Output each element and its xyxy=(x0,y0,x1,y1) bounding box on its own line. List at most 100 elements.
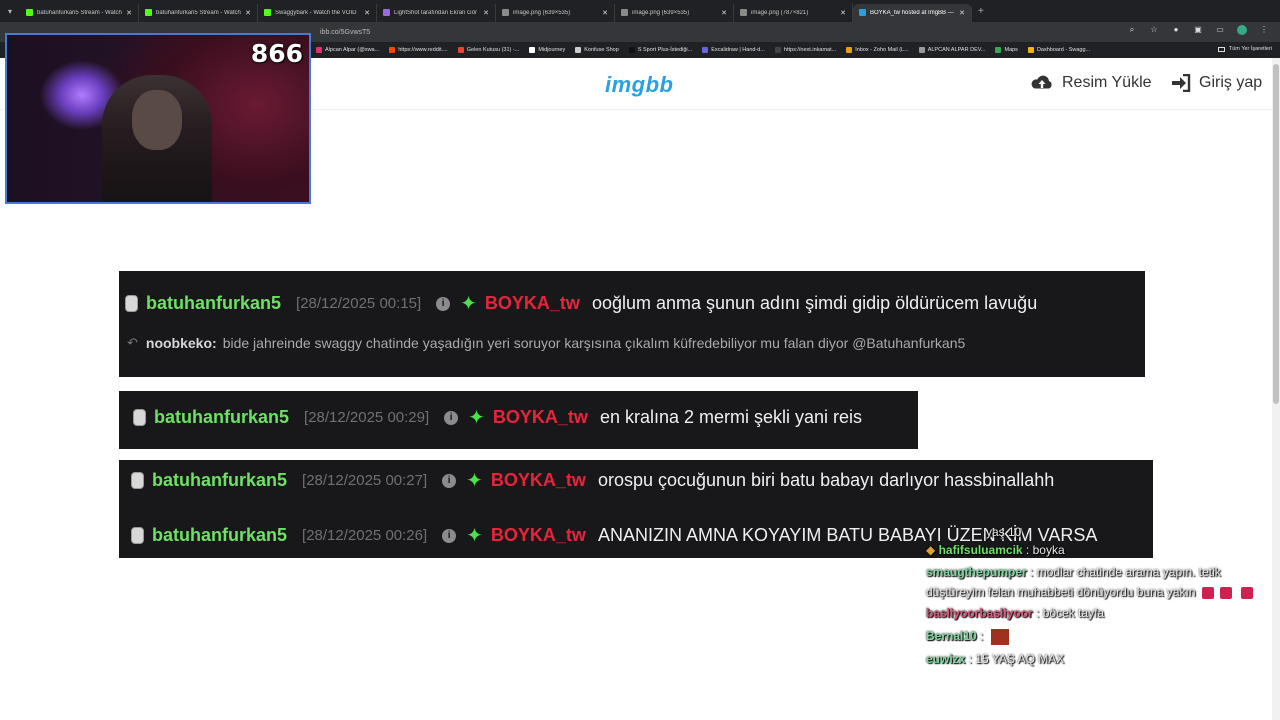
login-label: Giriş yap xyxy=(1199,74,1263,91)
viewer-count: 866 xyxy=(250,39,303,68)
bookmark-item[interactable]: Midjourney xyxy=(529,47,565,53)
chat-username: batuhanfurkan5 xyxy=(152,525,288,545)
bookmark-label: Inbox - Zoho Mail (L... xyxy=(855,47,909,53)
close-tab-icon[interactable]: ✕ xyxy=(721,9,727,17)
info-icon: i xyxy=(436,296,451,311)
close-tab-icon[interactable]: ✕ xyxy=(483,9,489,17)
chat-line: yaş 10 xyxy=(986,522,1272,542)
close-tab-icon[interactable]: ✕ xyxy=(840,9,846,17)
chat-line: basliyoorbasliyoor : böcek tayfa xyxy=(926,606,1105,620)
tab-search-icon[interactable]: ▾ xyxy=(0,0,20,22)
sparkle-icon: ✦ xyxy=(468,406,485,429)
bookmark-label: Excalidraw | Hand-d... xyxy=(711,47,765,53)
browser-tab[interactable]: image.png (639×535) ✕ xyxy=(615,3,734,22)
scrollbar-thumb[interactable] xyxy=(1273,64,1279,404)
emote-icon xyxy=(1240,585,1255,600)
chat-timestamp: [28/12/2025 00:26] xyxy=(302,527,428,544)
chat-message-text: en kralına 2 mermi şekli yani reis xyxy=(599,407,863,427)
chat-target-user: BOYKA_tw xyxy=(484,293,580,313)
browser-tab[interactable]: Swaggybark - Watch the VOID ✕ xyxy=(258,3,377,22)
profile-avatar[interactable] xyxy=(1236,25,1248,37)
tab-title: BOYKA_tw hosted at ImgBB — xyxy=(870,9,954,16)
imgbb-logo[interactable]: imgbb xyxy=(605,72,674,98)
reply-text: bide jahreinde swaggy chatinde yaşadığın… xyxy=(222,335,966,351)
bookmark-icon xyxy=(995,47,1002,53)
close-tab-icon[interactable]: ✕ xyxy=(126,9,132,17)
browser-tab[interactable]: image.png (787×821) ✕ xyxy=(734,3,853,22)
folder-icon xyxy=(1217,46,1225,52)
login-button[interactable]: Giriş yap xyxy=(1171,74,1262,92)
cloud-upload-icon xyxy=(1031,75,1052,89)
sparkle-icon: ✦ xyxy=(466,469,483,492)
bookmark-item[interactable]: S Sport Plus-İstediği... xyxy=(628,47,692,53)
bookmark-item[interactable]: Inbox - Zoho Mail (L... xyxy=(846,47,909,53)
user-badge-icon xyxy=(125,295,138,312)
bookmark-item[interactable]: Maps xyxy=(995,47,1018,53)
sidebar-icon[interactable]: ▭ xyxy=(1214,25,1226,37)
bookmark-icon xyxy=(774,47,781,53)
tab-favicon-icon xyxy=(621,9,628,16)
tab-title: image.png (639×535) xyxy=(513,9,571,16)
chat-username: batuhanfurkan5 xyxy=(154,407,290,427)
menu-icon[interactable]: ⋮ xyxy=(1258,25,1270,37)
bookmark-icon xyxy=(316,47,322,53)
upload-button[interactable]: Resim Yükle xyxy=(1030,74,1152,92)
bookmark-icon xyxy=(389,47,396,53)
bookmark-icon xyxy=(918,47,925,53)
chat-target-user: BOYKA_tw xyxy=(490,470,586,490)
bookmark-icon xyxy=(702,47,709,53)
emote-icon xyxy=(990,628,1009,645)
bookmark-star-icon[interactable]: ☆ xyxy=(1148,25,1160,37)
chat-message: batuhanfurkan5 [28/12/2025 00:15] i ✦ BO… xyxy=(125,293,1037,314)
address-url[interactable]: ibb.co/5GvwsT5 xyxy=(320,29,370,36)
page-scrollbar[interactable] xyxy=(1272,58,1280,720)
browser-tab[interactable]: batuhanfurkan5 Stream - Watch ✕ xyxy=(20,3,139,22)
browser-tab[interactable]: image.png (639×535) ✕ xyxy=(496,3,615,22)
bookmark-item[interactable]: Alpcan Alpar (@swa... xyxy=(316,47,379,53)
browser-tab-active[interactable]: BOYKA_tw hosted at ImgBB — ✕ xyxy=(853,3,972,22)
emote-icon xyxy=(1200,585,1215,600)
close-tab-icon[interactable]: ✕ xyxy=(245,9,251,17)
puzzle-icon[interactable]: ▣ xyxy=(1192,25,1204,37)
sparkle-icon: ✦ xyxy=(466,524,483,547)
bookmark-item[interactable]: https://next.inkamat... xyxy=(774,47,836,53)
extension-icon[interactable]: ● xyxy=(1170,25,1182,37)
bookmark-icon xyxy=(575,47,582,53)
bookmark-item[interactable]: ALPCAN ALPAR DEV... xyxy=(918,47,985,53)
browser-tab[interactable]: batuhanfurkan5 Stream - Watch ✕ xyxy=(139,3,258,22)
chat-timestamp: [28/12/2025 00:15] xyxy=(296,295,422,312)
bookmark-item[interactable]: Konfuse Shop xyxy=(575,47,619,53)
emote-icon xyxy=(1218,585,1233,600)
tab-favicon-icon xyxy=(502,9,509,16)
browser-tab[interactable]: LightShot tarafından Ekran Gör ✕ xyxy=(377,3,496,22)
bookmark-item[interactable]: Gelen Kutusu (31) -... xyxy=(457,47,520,53)
bookmark-label: Midjourney xyxy=(538,47,566,53)
bookmark-label: Konfuse Shop xyxy=(584,47,619,53)
close-tab-icon[interactable]: ✕ xyxy=(602,9,608,17)
chat-timestamp: [28/12/2025 00:27] xyxy=(302,472,428,489)
chat-text: böcek tayfa xyxy=(1042,606,1105,620)
close-tab-icon[interactable]: ✕ xyxy=(364,9,370,17)
upload-label: Resim Yükle xyxy=(1062,74,1152,91)
chat-username: batuhanfurkan5 xyxy=(146,293,282,313)
bookmark-label: Maps xyxy=(1004,47,1018,53)
chat-line: smaugthepumper : modlar chatinde arama y… xyxy=(926,562,1272,602)
new-tab-icon[interactable]: + xyxy=(978,6,984,17)
all-bookmarks-button[interactable]: Tüm Yer İşaretleri xyxy=(1217,46,1272,52)
tab-title: LightShot tarafından Ekran Gör xyxy=(394,9,478,16)
browser-tab-bar: ▾ batuhanfurkan5 Stream - Watch ✕ batuhan… xyxy=(0,0,1280,22)
close-tab-icon[interactable]: ✕ xyxy=(959,9,965,17)
tab-favicon-icon xyxy=(145,9,152,16)
chat-user: euwizx xyxy=(926,652,966,666)
info-icon: i xyxy=(442,473,457,488)
bookmark-item[interactable]: https://www.reddit.... xyxy=(389,47,448,53)
reply-icon: ↶ xyxy=(127,335,138,350)
bookmark-icon xyxy=(628,47,635,53)
bookmark-label: Gelen Kutusu (31) -... xyxy=(466,47,520,53)
bookmark-item[interactable]: Excalidraw | Hand-d... xyxy=(702,47,765,53)
chat-message: batuhanfurkan5 [28/12/2025 00:27] i ✦ BO… xyxy=(131,470,1054,491)
bookmark-item[interactable]: Dashboard - Swagg... xyxy=(1027,47,1090,53)
chat-message-text: ooğlum anma şunun adını şimdi gidip öldü… xyxy=(591,293,1038,313)
bookmark-icon xyxy=(457,47,464,53)
zoom-icon[interactable]: ⌕ xyxy=(1126,25,1138,37)
